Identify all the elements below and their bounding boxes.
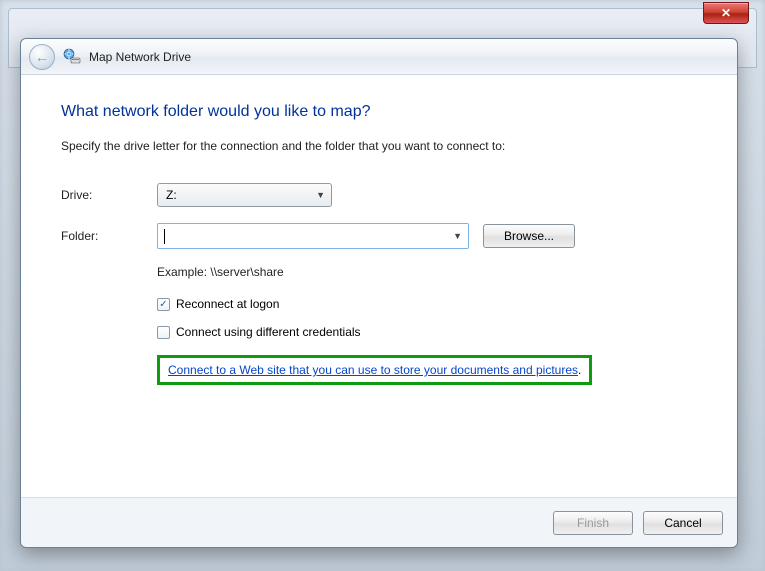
checkmark-icon: ✓ bbox=[159, 299, 167, 310]
dialog-content: What network folder would you like to ma… bbox=[21, 75, 737, 497]
reconnect-row: ✓ Reconnect at logon bbox=[157, 297, 697, 311]
reconnect-label: Reconnect at logon bbox=[176, 297, 279, 311]
dialog-footer: Finish Cancel bbox=[21, 497, 737, 547]
drive-row: Drive: Z: ▼ bbox=[61, 183, 697, 207]
drive-label: Drive: bbox=[61, 188, 157, 202]
browse-button-label: Browse... bbox=[504, 229, 554, 243]
chevron-down-icon: ▼ bbox=[453, 231, 462, 241]
back-button[interactable]: ← bbox=[29, 44, 55, 70]
drive-value: Z: bbox=[166, 188, 177, 202]
folder-label: Folder: bbox=[61, 229, 157, 243]
finish-button-label: Finish bbox=[577, 516, 609, 530]
credentials-row: Connect using different credentials bbox=[157, 325, 697, 339]
instruction-text: Specify the drive letter for the connect… bbox=[61, 139, 697, 153]
window-title: Map Network Drive bbox=[89, 50, 191, 64]
drive-dropdown[interactable]: Z: ▼ bbox=[157, 183, 332, 207]
back-arrow-icon: ← bbox=[35, 49, 49, 65]
example-text: Example: \\server\share bbox=[157, 265, 697, 279]
titlebar: ← Map Network Drive bbox=[21, 39, 737, 75]
browse-button[interactable]: Browse... bbox=[483, 224, 575, 248]
website-link-wrapper: Connect to a Web site that you can use t… bbox=[157, 353, 697, 385]
credentials-label: Connect using different credentials bbox=[176, 325, 361, 339]
credentials-checkbox[interactable] bbox=[157, 326, 170, 339]
period: . bbox=[578, 363, 581, 377]
folder-combobox[interactable]: ▼ bbox=[157, 223, 469, 249]
map-network-drive-dialog: ← Map Network Drive What network folder … bbox=[20, 38, 738, 548]
close-button[interactable]: ✕ bbox=[703, 2, 749, 24]
close-icon: ✕ bbox=[721, 6, 731, 20]
cancel-button-label: Cancel bbox=[664, 516, 701, 530]
finish-button[interactable]: Finish bbox=[553, 511, 633, 535]
highlight-box: Connect to a Web site that you can use t… bbox=[157, 355, 592, 385]
text-cursor bbox=[164, 229, 165, 244]
folder-row: Folder: ▼ Browse... bbox=[61, 223, 697, 249]
cancel-button[interactable]: Cancel bbox=[643, 511, 723, 535]
connect-website-link[interactable]: Connect to a Web site that you can use t… bbox=[168, 363, 578, 377]
chevron-down-icon: ▼ bbox=[316, 190, 325, 200]
network-drive-icon bbox=[63, 48, 81, 66]
reconnect-checkbox[interactable]: ✓ bbox=[157, 298, 170, 311]
page-heading: What network folder would you like to ma… bbox=[61, 103, 697, 121]
